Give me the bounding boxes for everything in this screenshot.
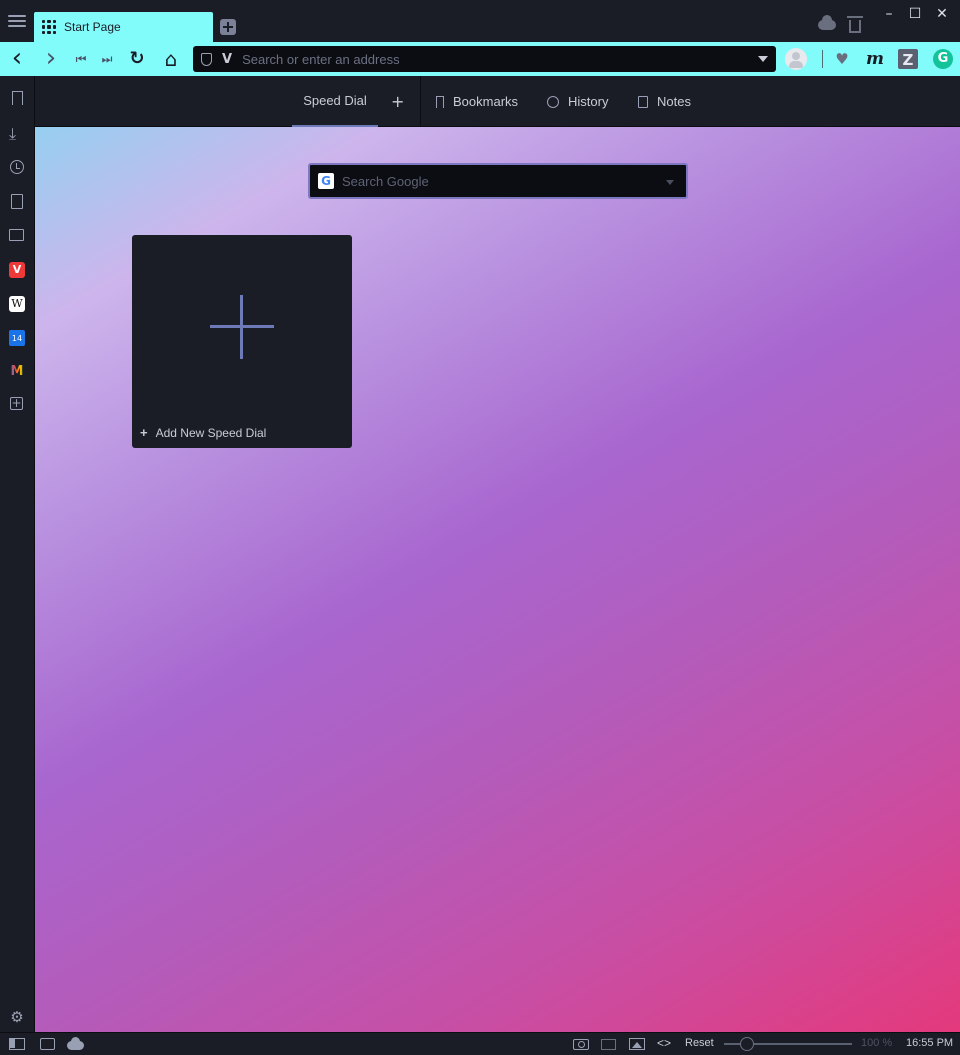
vivaldi-icon[interactable]: V — [9, 262, 25, 278]
small-plus-icon: + — [140, 425, 148, 440]
reload-button[interactable]: ↻ — [126, 49, 148, 69]
page-actions-icon[interactable]: <> — [657, 1036, 671, 1050]
chevron-down-icon[interactable] — [758, 56, 768, 62]
chevron-down-icon[interactable] — [666, 180, 674, 185]
tab-speed-dial-label: Speed Dial — [303, 93, 367, 108]
tile-tabs-icon[interactable] — [40, 1038, 55, 1050]
notes-icon — [638, 95, 648, 108]
sync-cloud-icon[interactable] — [67, 1037, 84, 1050]
vivaldi-logo-icon: V — [222, 51, 233, 67]
address-toolbar: ‹ › ⏮ ⏭ ↻ ⌂ V ♥ m Z G — [0, 42, 960, 76]
zoom-slider-handle[interactable] — [740, 1037, 754, 1051]
tab-history[interactable]: History — [547, 76, 608, 127]
gmail-icon[interactable]: M — [9, 364, 25, 380]
add-panel-icon[interactable]: + — [10, 397, 23, 410]
add-speed-dial-label: Add New Speed Dial — [155, 425, 267, 440]
heart-extension-icon[interactable]: ♥ — [831, 48, 853, 70]
google-icon[interactable]: G — [318, 173, 334, 189]
speed-dial-grid-icon — [42, 20, 56, 34]
capture-camera-icon[interactable] — [573, 1039, 589, 1050]
speed-dial-content: G + Add New Speed Dial — [35, 127, 960, 1032]
zoom-level: 100 % — [861, 1037, 893, 1049]
home-button[interactable]: ⌂ — [160, 49, 182, 69]
toolbar-divider — [822, 50, 823, 68]
address-field[interactable]: V — [193, 46, 776, 72]
z-extension-icon[interactable]: Z — [898, 49, 918, 69]
maximize-button[interactable]: ☐ — [905, 6, 925, 22]
bookmark-icon — [436, 95, 444, 108]
address-input[interactable] — [242, 51, 743, 67]
tab-history-label: History — [568, 94, 609, 109]
status-bar: <> Reset 100 % 16:55 PM — [0, 1032, 960, 1055]
history-icon[interactable] — [10, 160, 24, 174]
tab-notes-label: Notes — [657, 94, 691, 109]
plus-icon — [210, 295, 274, 359]
tab-bookmarks-label: Bookmarks — [453, 94, 519, 109]
tab-divider — [420, 76, 421, 127]
back-button[interactable]: ‹ — [6, 45, 28, 71]
add-speed-dial-tile[interactable]: + Add New Speed Dial — [132, 235, 352, 448]
tab-start-page[interactable]: Start Page — [34, 12, 213, 42]
bookmark-icon[interactable] — [12, 91, 23, 105]
images-icon[interactable] — [629, 1038, 645, 1050]
search-input[interactable] — [342, 173, 652, 189]
clock[interactable]: 16:55 PM — [906, 1037, 953, 1051]
zoom-reset-button[interactable]: Reset — [685, 1037, 714, 1051]
minimize-button[interactable]: – — [879, 6, 899, 22]
add-speed-dial-group-button[interactable]: + — [391, 92, 404, 111]
side-panel: V W 14 M + ⚙ — [0, 76, 35, 1032]
tiling-icon[interactable] — [601, 1039, 616, 1050]
notes-icon[interactable] — [11, 194, 23, 209]
search-box[interactable]: G — [308, 163, 688, 199]
tab-bar: Start Page – ☐ ✕ — [0, 0, 960, 42]
start-page-tabs: Speed Dial + Bookmarks History Notes — [35, 76, 960, 127]
wikipedia-icon[interactable]: W — [9, 296, 25, 312]
add-speed-dial-label-row: + Add New Speed Dial — [140, 425, 266, 440]
profile-avatar[interactable] — [785, 48, 807, 70]
history-icon — [547, 95, 559, 108]
shield-icon[interactable] — [201, 52, 212, 66]
tab-bookmarks[interactable]: Bookmarks — [436, 76, 518, 127]
tab-title: Start Page — [64, 20, 121, 34]
close-button[interactable]: ✕ — [932, 6, 952, 22]
m-extension-icon[interactable]: m — [864, 48, 886, 70]
download-icon[interactable] — [9, 124, 25, 140]
calendar-icon[interactable]: 14 — [9, 330, 25, 346]
rewind-button[interactable]: ⏮ — [70, 49, 92, 69]
panel-toggle-icon[interactable] — [9, 1038, 25, 1050]
new-tab-button[interactable] — [220, 19, 236, 35]
grammarly-extension-icon[interactable]: G — [933, 49, 953, 69]
browser-window: Start Page – ☐ ✕ ‹ › ⏮ ⏭ ↻ ⌂ V ♥ m Z G — [0, 0, 960, 1055]
window-icon[interactable] — [9, 229, 24, 241]
settings-gear-icon[interactable]: ⚙ — [9, 1009, 25, 1025]
main-menu-icon[interactable] — [7, 12, 27, 30]
fast-forward-button[interactable]: ⏭ — [96, 49, 118, 69]
tab-speed-dial[interactable]: Speed Dial — [292, 76, 378, 127]
closed-tabs-trash-icon[interactable] — [847, 16, 863, 33]
tab-notes[interactable]: Notes — [638, 76, 691, 127]
sync-cloud-icon[interactable] — [818, 15, 836, 30]
forward-button[interactable]: › — [40, 45, 62, 71]
